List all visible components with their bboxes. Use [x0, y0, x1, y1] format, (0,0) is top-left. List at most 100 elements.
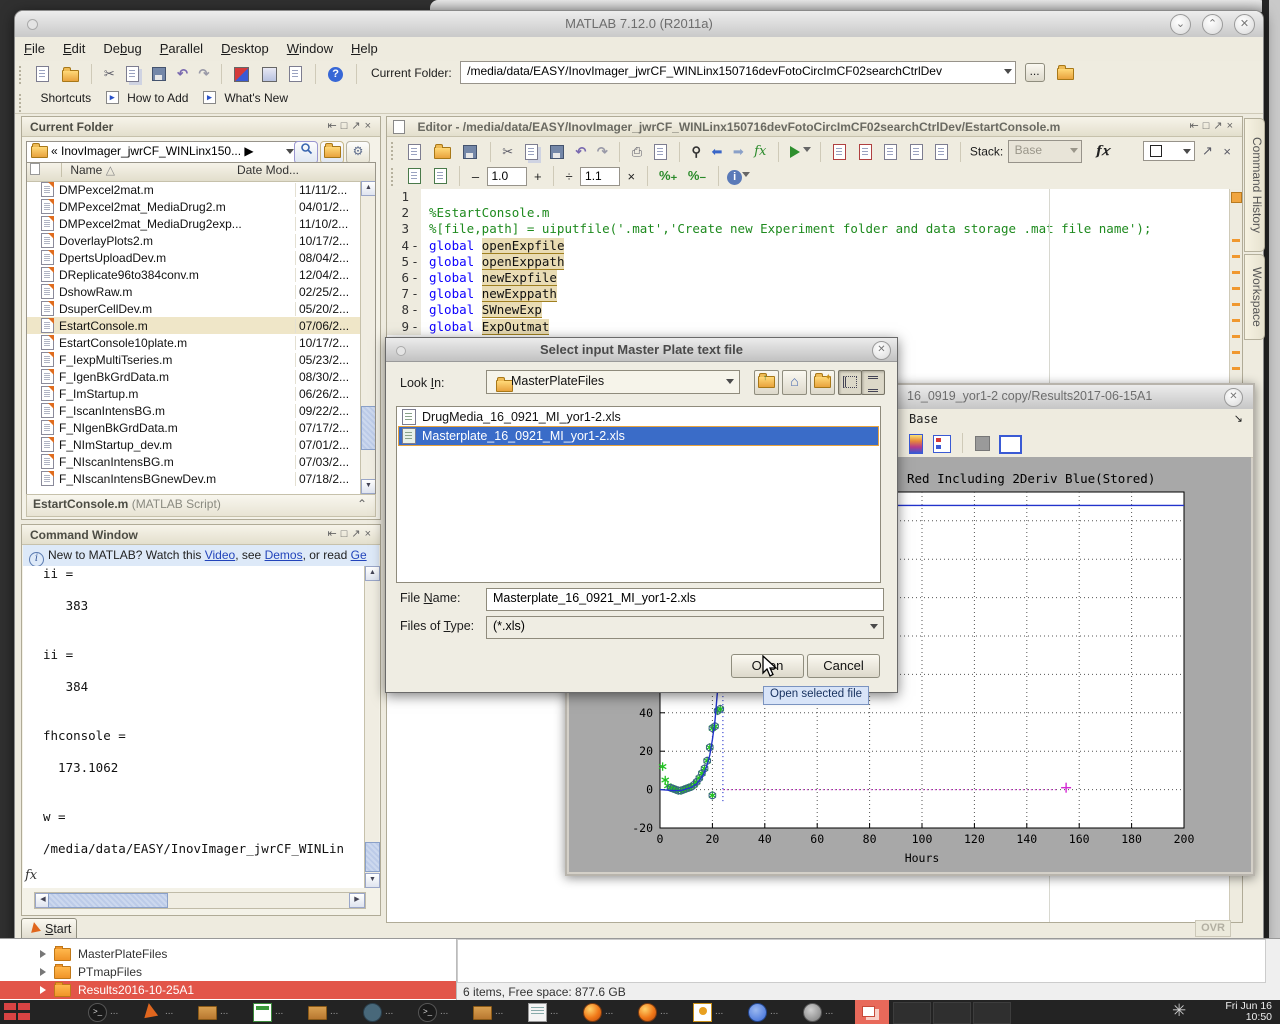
dialog-file-row[interactable]: DrugMedia_16_0921_MI_yor1-2.xls — [399, 408, 878, 426]
taskbar-app[interactable]: ... — [803, 1002, 853, 1022]
look-in-combobox[interactable]: MasterPlateFiles — [486, 370, 740, 394]
dialog-file-row[interactable]: Masterplate_16_0921_MI_yor1-2.xls — [399, 427, 878, 445]
toolbar-drag-handle[interactable] — [391, 142, 396, 160]
warning-mark[interactable] — [1232, 367, 1240, 370]
column-name[interactable]: Name — [65, 163, 102, 177]
guide-icon[interactable] — [262, 67, 277, 82]
maximize-panel-icon[interactable]: □ — [341, 528, 352, 540]
expand-arrow-icon[interactable] — [40, 950, 46, 958]
undo-icon[interactable]: ↶ — [576, 144, 587, 159]
set-breakpoint-icon[interactable] — [833, 144, 846, 160]
browse-folder-button[interactable]: ... — [1025, 63, 1045, 82]
home-button[interactable]: ⌂ — [782, 370, 807, 395]
menu-debug[interactable]: Debug — [94, 37, 150, 56]
paste-icon[interactable] — [152, 67, 166, 81]
close-panel-icon[interactable]: × — [365, 120, 375, 132]
legend-icon[interactable] — [933, 435, 951, 453]
stack-combobox[interactable]: Base — [1008, 140, 1082, 163]
profiler-icon[interactable] — [289, 66, 302, 82]
file-row[interactable]: F_IscanIntensBG.m09/22/2... — [27, 402, 361, 419]
file-row[interactable]: F_NIscanIntensBG.m07/03/2... — [27, 453, 361, 470]
taskbar-app[interactable]: ... — [638, 1002, 688, 1022]
files-of-type-combobox[interactable]: (*.xls) — [486, 616, 884, 639]
decrease-font-button[interactable]: – — [472, 169, 479, 184]
open-icon[interactable] — [62, 70, 79, 82]
undo-icon[interactable]: ↶ — [177, 66, 188, 81]
toolbar-drag-handle[interactable] — [19, 66, 24, 84]
file-row[interactable]: F_IgenBkGrdData.m08/30/2... — [27, 368, 361, 385]
file-row[interactable]: DsuperCellDev.m05/20/2... — [27, 300, 361, 317]
next-cell-icon[interactable] — [434, 168, 447, 184]
dialog-close-button[interactable]: ✕ — [872, 341, 891, 360]
file-row[interactable]: DoverlayPlots2.m10/17/2... — [27, 232, 361, 249]
print-preview-icon[interactable] — [654, 144, 667, 160]
file-row[interactable]: DMPexcel2mat_MediaDrug2.m04/01/2... — [27, 198, 361, 215]
tab-command-history[interactable]: Command History — [1244, 118, 1265, 252]
toolbar-drag-handle[interactable] — [391, 168, 396, 186]
file-row[interactable]: DMPexcel2mat.m11/11/2... — [27, 181, 361, 198]
scrollbar-thumb[interactable] — [365, 842, 380, 872]
cut-icon[interactable]: ✂ — [502, 144, 513, 159]
help-icon[interactable]: ? — [328, 67, 343, 82]
split-screen-combobox[interactable] — [1143, 141, 1195, 161]
taskbar-empty-slot[interactable] — [933, 1002, 971, 1024]
warning-mark[interactable] — [1232, 319, 1240, 322]
multiply-step-button[interactable]: × — [628, 169, 636, 184]
paste-icon[interactable] — [550, 145, 564, 159]
file-row[interactable]: EstartConsole.m07/06/2... — [27, 317, 361, 334]
taskbar-app[interactable]: ... — [693, 1002, 743, 1022]
expand-arrow-icon[interactable] — [40, 968, 46, 976]
new-file-icon[interactable] — [408, 144, 421, 160]
forward-icon[interactable]: ➡ — [733, 144, 744, 159]
taskbar-app[interactable]: ... — [143, 1002, 193, 1022]
file-row[interactable]: F_ImStartup.m06/26/2... — [27, 385, 361, 402]
console-output[interactable]: ii = 383 ii = 384 fhconsole = 173.1062 w… — [23, 566, 365, 888]
scroll-down-arrow[interactable]: ▼ — [365, 873, 380, 888]
shortcut-icon[interactable]: ▸ — [203, 91, 216, 104]
redo-icon[interactable]: ↷ — [597, 144, 608, 159]
colormap-icon[interactable] — [909, 434, 923, 454]
video-link[interactable]: Video — [205, 548, 235, 562]
undock-icon[interactable]: ↗ — [1202, 143, 1213, 158]
taskbar-app[interactable]: ... — [528, 1002, 578, 1022]
axes-frame-icon[interactable] — [999, 435, 1022, 454]
increase-font-button[interactable]: + — [534, 169, 542, 184]
dialog-titlebar[interactable]: Select input Master Plate text file ✕ — [386, 338, 897, 362]
expand-arrow-icon[interactable] — [40, 986, 46, 994]
actions-gear-button[interactable]: ⚙ — [346, 141, 370, 164]
shortcut-how-to-add[interactable]: How to Add — [127, 91, 188, 105]
grid-view-button[interactable] — [838, 370, 862, 395]
cut-icon[interactable]: ✂ — [104, 66, 115, 81]
getting-started-link[interactable]: Ge — [351, 548, 367, 562]
comment-icon[interactable]: %₊ — [659, 168, 677, 183]
menu-desktop[interactable]: Desktop — [212, 37, 278, 56]
fx-button[interactable]: f𝑥 — [1096, 144, 1109, 159]
close-button[interactable]: ✕ — [1234, 14, 1255, 35]
shortcut-whats-new[interactable]: What's New — [224, 91, 288, 105]
close-panel-icon[interactable]: × — [365, 528, 375, 540]
tree-row[interactable]: MasterPlateFiles — [0, 945, 456, 963]
menu-help[interactable]: Help — [342, 37, 387, 56]
scrollbar-vertical[interactable]: ▲ ▼ — [364, 566, 379, 888]
fx-prompt-icon[interactable]: fx — [25, 868, 37, 883]
info-icon[interactable]: i — [727, 170, 742, 185]
step-out-icon[interactable] — [935, 144, 948, 160]
file-detail-bar[interactable]: EstartConsole.m (MATLAB Script) ⌃ — [26, 494, 376, 517]
window-manager-logo-icon[interactable]: ✳ — [1172, 1001, 1186, 1021]
workspace-switcher[interactable] — [4, 1003, 34, 1021]
taskbar-app[interactable]: >_... — [88, 1002, 138, 1022]
taskbar-empty-slot[interactable] — [973, 1002, 1011, 1024]
scroll-down-arrow[interactable]: ▼ — [361, 479, 376, 494]
tree-row[interactable]: Results2016-10-25A1 — [0, 981, 456, 999]
list-view-button[interactable] — [861, 370, 885, 395]
scrollbar-thumb[interactable] — [48, 893, 168, 908]
taskbar-app[interactable]: ... — [583, 1002, 633, 1022]
file-row[interactable]: F_NIscanIntensBGnewDev.m07/18/2... — [27, 470, 361, 487]
close-figure-button[interactable]: ✕ — [1224, 388, 1243, 407]
gray-swatch-icon[interactable] — [975, 436, 990, 451]
dock-icon[interactable]: ⇤ — [327, 528, 340, 540]
menu-parallel[interactable]: Parallel — [151, 37, 212, 56]
taskbar-app[interactable]: ... — [253, 1002, 303, 1022]
scrollbar-thumb[interactable] — [361, 406, 376, 450]
taskbar-app[interactable]: ... — [363, 1002, 413, 1022]
